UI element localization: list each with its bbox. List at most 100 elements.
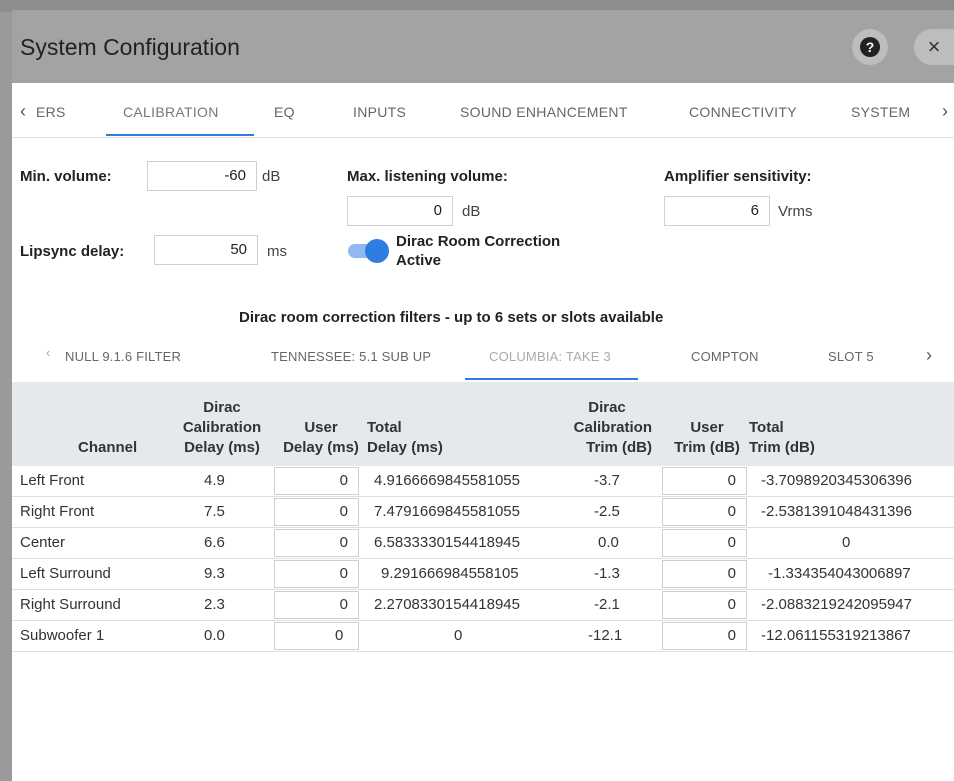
cell-channel: Left Surround <box>20 565 111 582</box>
table-header: Channel Dirac Calibration Delay (ms) Use… <box>12 382 954 466</box>
active-tab-indicator <box>106 134 254 136</box>
user-trim-input[interactable]: 0 <box>662 622 747 650</box>
user-delay-input[interactable]: 0 <box>274 560 359 588</box>
dirac-active-toggle[interactable] <box>348 239 389 263</box>
cell-dirac-trim: -2.1 <box>594 596 620 613</box>
user-delay-input[interactable]: 0 <box>274 622 359 650</box>
user-trim-input[interactable]: 0 <box>662 467 747 495</box>
cell-total-delay: 2.2708330154418945 <box>374 596 520 613</box>
slot-null-9-1-6-filter[interactable]: NULL 9.1.6 FILTER <box>65 349 181 364</box>
min-volume-input[interactable]: -60 <box>147 161 257 191</box>
chevron-right-icon[interactable]: › <box>942 101 948 122</box>
slot-tennessee[interactable]: TENNESSEE: 5.1 SUB UP <box>271 349 431 364</box>
cell-dirac-delay: 2.3 <box>204 596 225 613</box>
max-listening-volume-input[interactable]: 0 <box>347 196 453 226</box>
header-total-trim-l2: Trim (dB) <box>749 439 815 456</box>
lipsync-delay-label: Lipsync delay: <box>20 243 125 260</box>
table-row: Left Front 4.9 0 4.9166669845581055 -3.7… <box>12 466 954 497</box>
user-delay-input[interactable]: 0 <box>274 498 359 526</box>
cell-channel: Left Front <box>20 472 85 489</box>
chevron-left-icon[interactable]: ‹ <box>46 345 51 360</box>
chevron-right-icon[interactable]: › <box>926 345 932 366</box>
tab-sound-enhancement[interactable]: SOUND ENHANCEMENT <box>460 104 628 120</box>
cell-total-delay: 7.4791669845581055 <box>374 503 520 520</box>
header-channel: Channel <box>78 439 138 456</box>
header-total-delay-l1: Total <box>367 419 402 436</box>
cell-total-delay: 4.9166669845581055 <box>374 472 520 489</box>
active-slot-indicator <box>465 378 638 380</box>
slot-5[interactable]: SLOT 5 <box>828 349 874 364</box>
titlebar: System Configuration ? × <box>12 10 954 83</box>
cell-channel: Center <box>20 534 66 551</box>
main-tabs: ‹ ERS CALIBRATION EQ INPUTS SOUND ENHANC… <box>12 83 954 138</box>
header-dirac-delay: Dirac Calibration Delay (ms) <box>167 398 277 458</box>
help-icon: ? <box>860 37 880 57</box>
cell-dirac-delay: 0.0 <box>204 627 225 644</box>
cell-total-delay: 9.291666984558105 <box>381 565 519 582</box>
cell-total-trim: -12.061155319213867 <box>761 627 911 644</box>
header-dirac-trim-l3: Trim (dB) <box>586 439 652 456</box>
amplifier-sensitivity-unit: Vrms <box>778 203 813 220</box>
tab-system[interactable]: SYSTEM <box>851 104 910 120</box>
cell-dirac-trim: -3.7 <box>594 472 620 489</box>
cell-total-delay: 0 <box>454 627 463 644</box>
dirac-active-label-line1: Dirac Room Correction <box>396 233 561 250</box>
dirac-active-label-line2: Active <box>396 252 442 269</box>
lipsync-delay-unit: ms <box>267 243 287 260</box>
help-button[interactable]: ? <box>852 29 888 65</box>
min-volume-unit: dB <box>262 168 281 185</box>
cell-dirac-delay: 7.5 <box>204 503 225 520</box>
cell-channel: Right Surround <box>20 596 121 613</box>
tab-calibration[interactable]: CALIBRATION <box>123 104 219 120</box>
header-user-delay: User Delay (ms) <box>271 418 371 458</box>
tab-connectivity[interactable]: CONNECTIVITY <box>689 104 797 120</box>
header-user-trim-l2: Trim (dB) <box>674 439 740 456</box>
header-user-trim: User Trim (dB) <box>662 418 752 458</box>
slot-compton[interactable]: COMPTON <box>691 349 759 364</box>
tab-inputs[interactable]: INPUTS <box>353 104 406 120</box>
user-trim-input[interactable]: 0 <box>662 529 747 557</box>
slot-columbia[interactable]: COLUMBIA: TAKE 3 <box>489 349 611 364</box>
user-trim-input[interactable]: 0 <box>662 591 747 619</box>
max-listening-volume-label: Max. listening volume: <box>347 168 508 185</box>
user-delay-input[interactable]: 0 <box>274 529 359 557</box>
header-user-delay-l1: User <box>304 419 338 436</box>
lipsync-delay-input[interactable]: 50 <box>154 235 258 265</box>
header-total-delay-l2: Delay (ms) <box>367 439 443 456</box>
dirac-active-label: Dirac Room Correction Active <box>396 232 560 270</box>
table-row: Right Surround 2.3 0 2.2708330154418945 … <box>12 590 954 621</box>
cell-dirac-trim: -2.5 <box>594 503 620 520</box>
cell-total-trim: -3.7098920345306396 <box>761 472 912 489</box>
header-dirac-trim-l1: Dirac <box>588 399 626 416</box>
header-user-delay-l2: Delay (ms) <box>283 439 359 456</box>
cell-dirac-delay: 9.3 <box>204 565 225 582</box>
header-dirac-delay-l1: Dirac <box>203 399 241 416</box>
header-dirac-delay-l3: Delay (ms) <box>184 439 260 456</box>
cell-channel: Right Front <box>20 503 95 520</box>
table-row: Left Surround 9.3 0 9.291666984558105 -1… <box>12 559 954 590</box>
header-total-delay: Total Delay (ms) <box>367 418 443 458</box>
tab-ers[interactable]: ERS <box>36 104 66 120</box>
user-trim-input[interactable]: 0 <box>662 498 747 526</box>
close-button[interactable]: × <box>914 29 954 65</box>
cell-total-trim: -1.334354043006897 <box>768 565 911 582</box>
cell-channel: Subwoofer 1 <box>20 627 105 644</box>
cell-dirac-delay: 4.9 <box>204 472 225 489</box>
close-icon: × <box>927 34 941 59</box>
user-delay-input[interactable]: 0 <box>274 467 359 495</box>
cell-total-delay: 6.5833330154418945 <box>374 534 520 551</box>
cell-total-trim: -2.5381391048431396 <box>761 503 912 520</box>
cell-total-trim: 0 <box>842 534 851 551</box>
user-trim-input[interactable]: 0 <box>662 560 747 588</box>
header-total-trim-l1: Total <box>749 419 784 436</box>
table-row: Right Front 7.5 0 7.4791669845581055 -2.… <box>12 497 954 528</box>
amplifier-sensitivity-input[interactable]: 6 <box>664 196 770 226</box>
tab-eq[interactable]: EQ <box>274 104 295 120</box>
dialog-title: System Configuration <box>20 34 240 60</box>
filters-section-title: Dirac room correction filters - up to 6 … <box>239 309 664 326</box>
system-configuration-dialog: System Configuration ? × ‹ ERS CALIBRATI… <box>12 10 954 781</box>
cell-dirac-delay: 6.6 <box>204 534 225 551</box>
header-dirac-trim-l2: Calibration <box>573 419 652 436</box>
chevron-left-icon[interactable]: ‹ <box>20 101 26 122</box>
user-delay-input[interactable]: 0 <box>274 591 359 619</box>
